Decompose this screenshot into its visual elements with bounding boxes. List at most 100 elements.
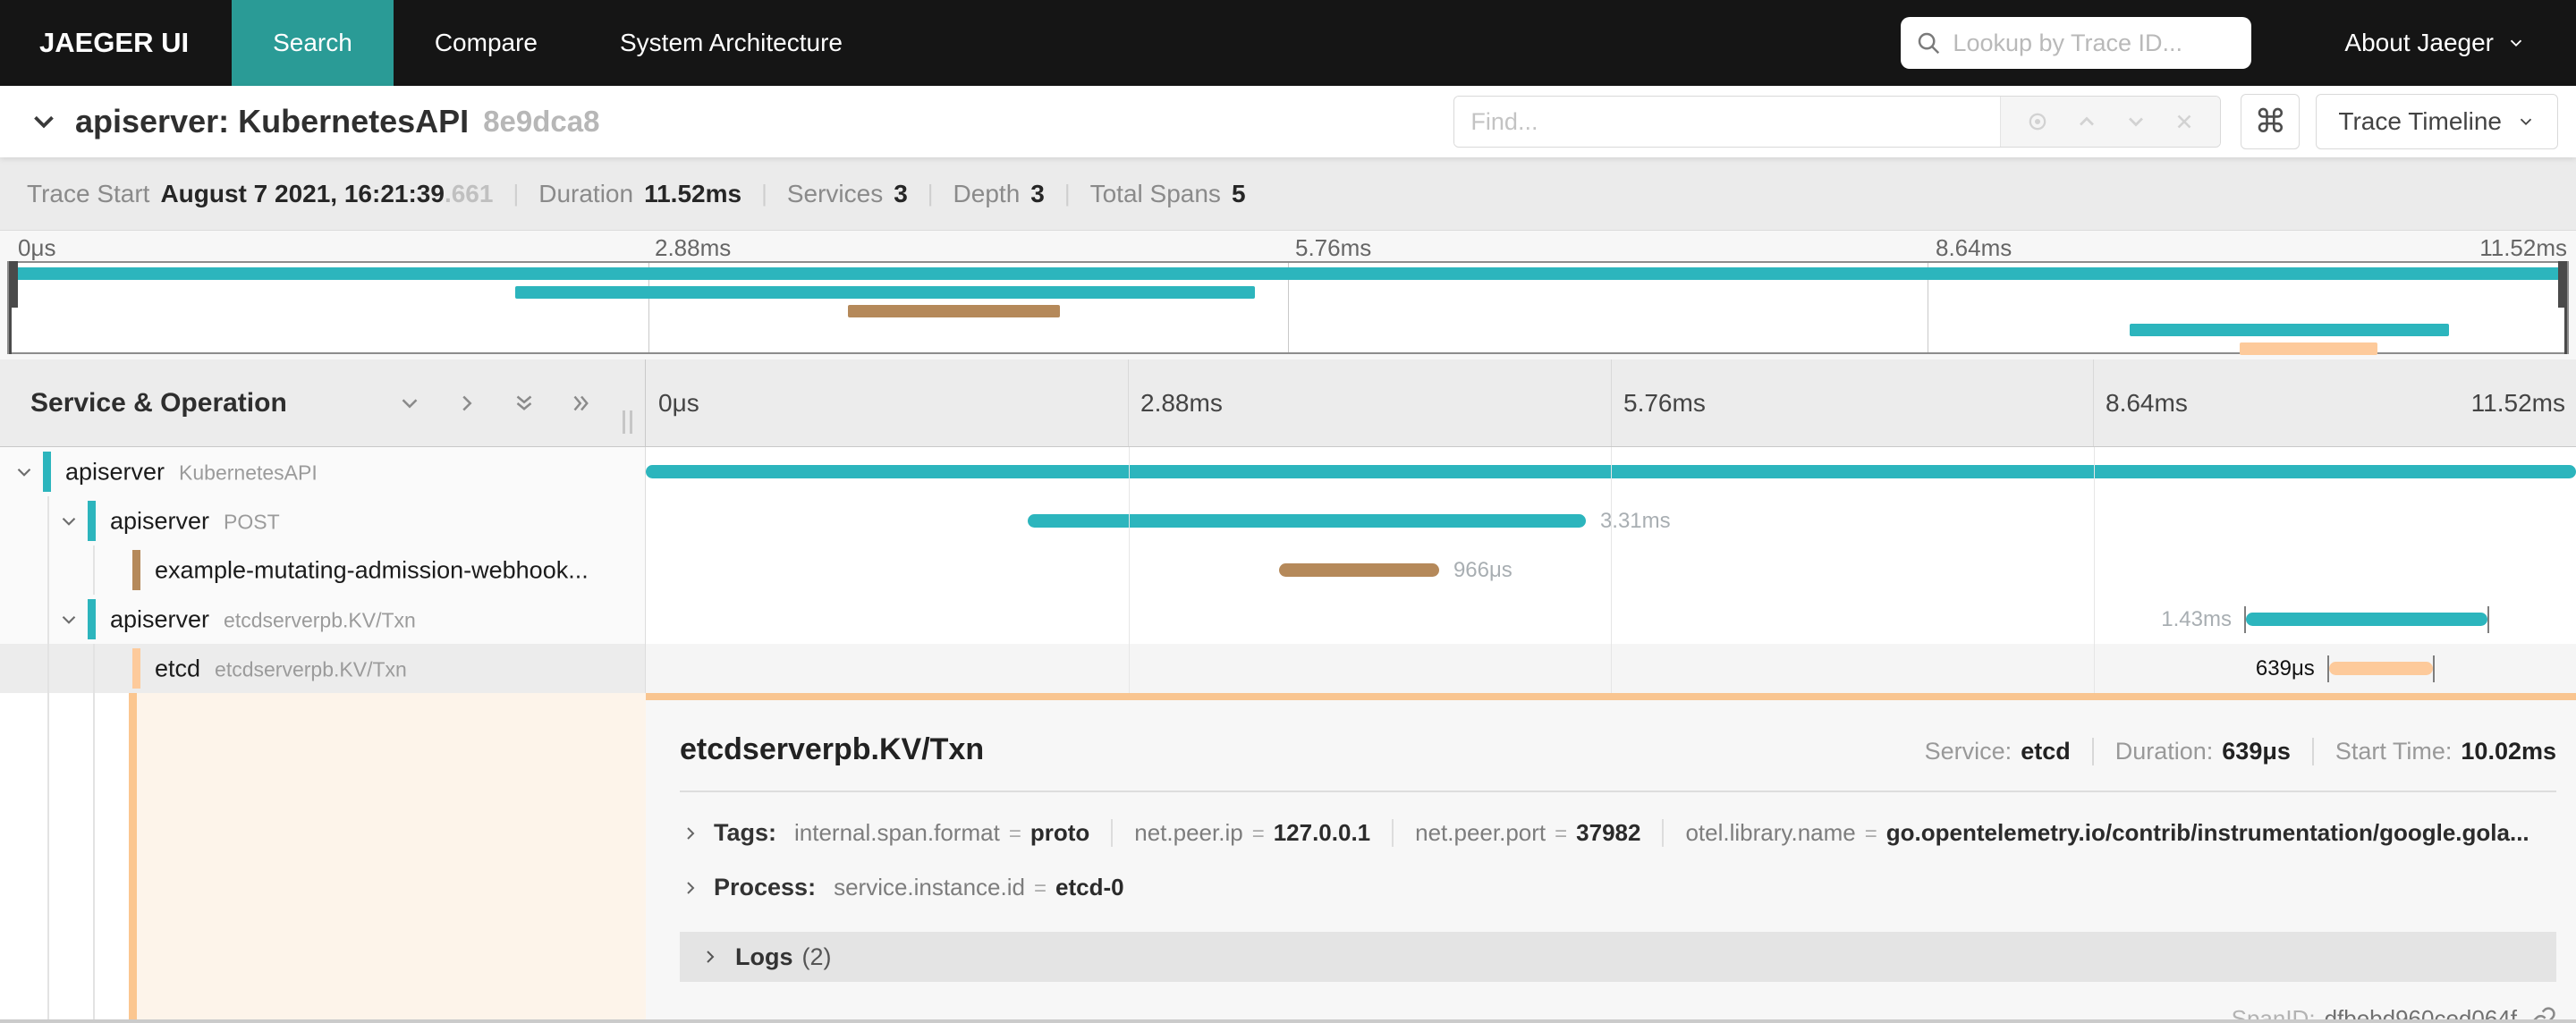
- timeline-gridline: [2093, 595, 2095, 644]
- timeline-gridline: [1128, 359, 1129, 446]
- tag-value: proto: [1030, 819, 1090, 846]
- minimap-canvas[interactable]: [7, 261, 2569, 355]
- timeline-header: 0μs 2.88ms 5.76ms 8.64ms 11.52ms: [646, 359, 2576, 446]
- timeline-gridline: [1128, 496, 1130, 545]
- minimap-span-bar: [848, 305, 1061, 317]
- span-duration-label: 966μs: [1453, 557, 1513, 582]
- span-name-label: apiserver POST: [110, 507, 280, 535]
- view-range-handle-right[interactable]: [2558, 261, 2567, 308]
- summary-value: 5: [1231, 179, 1246, 207]
- process-label: Process:: [714, 874, 817, 900]
- span-duration-bar[interactable]: [2245, 613, 2487, 626]
- operation-name: etcdserverpb.KV/Txn: [215, 657, 407, 681]
- expand-one-chevron-right-icon[interactable]: [453, 390, 480, 417]
- timeline-gridline: [1128, 545, 1130, 595]
- trace-view-select[interactable]: Trace Timeline: [2316, 94, 2558, 149]
- axis-tick: 11.52ms: [2479, 234, 2567, 261]
- span-duration-bar[interactable]: [1278, 563, 1439, 577]
- about-jaeger-menu[interactable]: About Jaeger: [2326, 0, 2576, 86]
- bottom-divider: [0, 1019, 2576, 1023]
- service-name: example-mutating-admission-webhook...: [155, 556, 589, 583]
- column-resize-grip[interactable]: [623, 410, 632, 434]
- minimap-span-bar: [2239, 342, 2378, 355]
- find-input[interactable]: [1454, 97, 2001, 147]
- expand-chevron-down-icon[interactable]: [13, 461, 36, 484]
- span-track[interactable]: 966μs: [646, 545, 2576, 595]
- app-brand: JAEGER UI: [39, 27, 190, 58]
- collapse-all-double-chevron-down-icon[interactable]: [511, 390, 538, 417]
- nav-tab-system-architecture[interactable]: System Architecture: [579, 0, 884, 86]
- span-meta-item: Duration: 639μs: [2091, 738, 2291, 765]
- trace-id-lookup[interactable]: [1901, 17, 2270, 69]
- tag-key: service.instance.id: [834, 874, 1025, 900]
- span-name-cell[interactable]: apiserver etcdserverpb.KV/Txn: [0, 595, 646, 644]
- trace-id-short: 8e9dca8: [483, 105, 600, 138]
- trace-title: apiserver: KubernetesAPI: [75, 103, 470, 140]
- span-name-cell[interactable]: apiserver KubernetesAPI: [0, 447, 646, 496]
- logs-accordion[interactable]: Logs (2): [680, 932, 2556, 982]
- chevron-down-icon: [2516, 112, 2536, 131]
- summary-separator: |: [761, 180, 767, 207]
- span-name-cell[interactable]: example-mutating-admission-webhook...: [0, 545, 646, 595]
- nav-tab-compare[interactable]: Compare: [394, 0, 579, 86]
- minimap-span-bar: [515, 286, 1255, 299]
- span-name-cell[interactable]: apiserver POST: [0, 496, 646, 545]
- focus-match-icon[interactable]: [2025, 109, 2050, 134]
- tree-guide-line: [47, 595, 49, 644]
- expand-chevron-down-icon[interactable]: [57, 510, 80, 533]
- tag-item: service.instance.id = etcd-0: [834, 874, 1123, 901]
- span-track[interactable]: 3.31ms: [646, 496, 2576, 545]
- span-duration-label: 1.43ms: [2161, 606, 2232, 631]
- service-name: apiserver: [65, 458, 165, 485]
- prev-match-chevron-up-icon[interactable]: [2074, 109, 2099, 134]
- timeline-minimap: 0μs 2.88ms 5.76ms 8.64ms 11.52ms: [0, 231, 2576, 359]
- keyboard-shortcuts-button[interactable]: ⌘: [2241, 94, 2301, 149]
- equals-sign: =: [1555, 822, 1568, 846]
- span-duration-bar[interactable]: [2328, 662, 2434, 675]
- next-match-chevron-down-icon[interactable]: [2123, 109, 2148, 134]
- collapse-one-chevron-down-icon[interactable]: [396, 390, 423, 417]
- span-name-label: example-mutating-admission-webhook...: [155, 556, 589, 584]
- logs-label: Logs: [735, 943, 793, 970]
- span-track[interactable]: [646, 447, 2576, 496]
- axis-tick: 5.76ms: [1295, 234, 1372, 261]
- process-accordion[interactable]: Process: service.instance.id = etcd-0: [680, 874, 2556, 901]
- tags-accordion[interactable]: Tags: internal.span.format = proto net.peer…: [680, 819, 2556, 847]
- view-range-handle-left[interactable]: [9, 261, 18, 308]
- tag-value: go.opentelemetry.io/contrib/instrumentat…: [1885, 819, 2529, 846]
- expand-chevron-down-icon[interactable]: [57, 608, 80, 631]
- timeline-gridline: [1611, 595, 1612, 644]
- span-track[interactable]: 639μs: [646, 644, 2576, 693]
- trace-id-lookup-input[interactable]: [1953, 29, 2270, 57]
- span-operation-title: etcdserverpb.KV/Txn: [680, 732, 985, 766]
- service-name: apiserver: [110, 605, 210, 632]
- meta-value: etcd: [2021, 738, 2071, 765]
- meta-label: Service:: [1924, 738, 2012, 765]
- tree-guide-line: [47, 644, 49, 693]
- span-name-cell[interactable]: etcd etcdserverpb.KV/Txn: [0, 644, 646, 693]
- span-duration-bar[interactable]: [1028, 514, 1586, 528]
- tag-item: net.peer.port = 37982: [1392, 819, 1640, 847]
- summary-label: Duration: [538, 179, 634, 207]
- summary-value: 3: [894, 179, 908, 207]
- timeline-gridline: [2093, 359, 2094, 446]
- expand-all-double-chevron-right-icon[interactable]: [568, 390, 595, 417]
- tree-controls: [396, 390, 595, 417]
- trace-summary-bar: Trace Start August 7 2021, 16:21:39.661 | D…: [0, 157, 2576, 231]
- span-color-bar: [132, 550, 140, 590]
- summary-label: Trace Start: [27, 179, 150, 207]
- clear-find-icon[interactable]: [2173, 110, 2196, 133]
- trace-view-select-label: Trace Timeline: [2338, 107, 2502, 135]
- operation-name: POST: [224, 510, 280, 533]
- span-detail-row: etcdserverpb.KV/Txn Service: etcd Duration…: [0, 693, 2576, 1023]
- nav-tab-search[interactable]: Search: [232, 0, 394, 86]
- span-end-tick: [2433, 655, 2436, 682]
- timeline-tick: 8.64ms: [2106, 389, 2188, 417]
- collapse-trace-chevron-icon[interactable]: [27, 105, 61, 139]
- span-track[interactable]: 1.43ms: [646, 595, 2576, 644]
- meta-value: 10.02ms: [2461, 738, 2556, 765]
- timeline-gridline: [1128, 644, 1130, 693]
- timeline-tick: 2.88ms: [1140, 389, 1223, 417]
- operation-name: etcdserverpb.KV/Txn: [224, 608, 416, 631]
- tree-guide-line: [47, 693, 49, 1023]
